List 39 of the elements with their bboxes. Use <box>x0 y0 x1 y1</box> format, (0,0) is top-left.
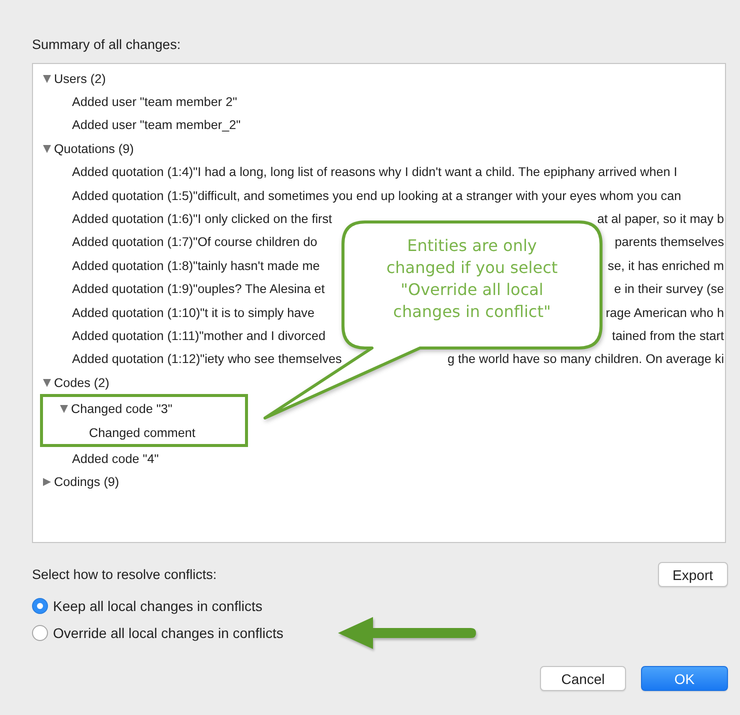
tree-group-label[interactable]: Quotations (9) <box>54 142 134 156</box>
radio-button[interactable] <box>32 598 48 614</box>
tree-item[interactable]: Added quotation (1:6)"I only clicked on the first <box>72 212 332 226</box>
tree-group-label[interactable]: Users (2) <box>54 72 106 86</box>
tree-item[interactable]: Added quotation (1:10)"t it is to simply have <box>72 306 314 320</box>
section-label: Select how to resolve conflicts: <box>32 567 217 582</box>
tree-group-label[interactable]: Codings (9) <box>54 475 120 490</box>
tree-group-label[interactable]: Codes (2) <box>54 376 110 390</box>
tree-item[interactable]: Added quotation (1:5)"difficult, and sometimes you end up looking at a stranger with your eyes whom you can <box>72 188 682 203</box>
tree-item-text: parents themselves <box>614 235 725 250</box>
export-button[interactable]: Export <box>658 562 728 587</box>
cancel-button[interactable]: Cancel <box>540 666 626 691</box>
section-heading: Summary of all changes: <box>32 36 182 54</box>
tree-item-text: g the world have so many children. On average ki <box>447 352 725 366</box>
tree-item[interactable]: Added quotation (1:9)"ouples? The Alesina et <box>72 282 325 296</box>
tree-group-label[interactable]: Changed code "3" <box>71 402 172 416</box>
collapse-triangle-icon[interactable] <box>60 405 68 414</box>
radio-button[interactable] <box>32 624 48 640</box>
collapse-triangle-icon[interactable] <box>43 74 51 83</box>
radio-label[interactable]: Keep all local changes in conflicts <box>53 598 262 614</box>
tree-item[interactable]: Added quotation (1:7)"Of course children do <box>72 235 318 250</box>
tree-item[interactable]: Changed comment <box>89 426 196 440</box>
tree-item[interactable]: Added quotation (1:8)"tainly hasn't made me <box>72 258 320 273</box>
radio-label[interactable]: Override all local changes in conflicts <box>53 624 284 640</box>
callout-text: Entities are only changed if you select "Override all local changes in conflict" <box>385 235 559 323</box>
tree-item[interactable]: Added quotation (1:11)"mother and I divorced <box>72 328 326 343</box>
expand-triangle-icon[interactable] <box>43 478 51 486</box>
tree-item[interactable]: Added quotation (1:4)"I had a long, long list of reasons why I didn't want a child. The epiphany arrived when I <box>72 165 678 180</box>
tree-item[interactable]: Added user "team member 2" <box>72 95 238 110</box>
tree-item-text: tained from the start <box>612 328 725 343</box>
tree-item-text: at al paper, so it may b <box>597 212 725 226</box>
tree-item-text: rage American who h <box>606 306 725 320</box>
tree-item[interactable]: Added quotation (1:12)"iety who see themselves <box>72 352 342 366</box>
tree-item-text: e in their survey (se <box>614 282 725 296</box>
collapse-triangle-icon[interactable] <box>43 378 51 387</box>
tree-item[interactable]: Added code "4" <box>72 452 159 466</box>
collapse-triangle-icon[interactable] <box>43 144 51 153</box>
tree-item[interactable]: Added user "team member_2" <box>72 118 241 132</box>
tree-item-text: se, it has enriched m <box>608 258 725 273</box>
